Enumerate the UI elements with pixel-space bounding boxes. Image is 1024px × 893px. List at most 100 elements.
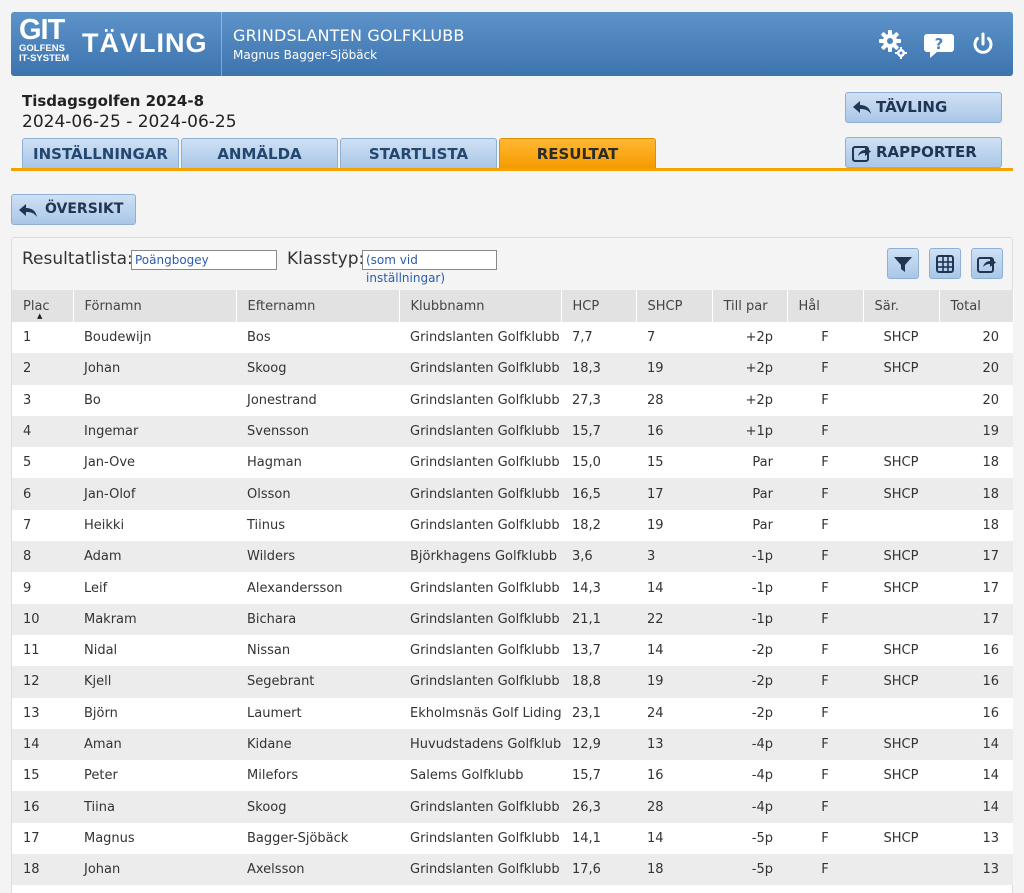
cell-hal: F [787, 509, 863, 542]
cell-efternamn: Kidane [236, 728, 399, 761]
cell-till-par: Par [712, 447, 787, 479]
cell-hcp: 18,8 [561, 666, 636, 698]
cell-fornamn: Johan [73, 854, 236, 886]
tavling-button[interactable]: TÄVLING [845, 92, 1002, 123]
col-header-till-par[interactable]: Till par [712, 290, 788, 322]
cell-plac: 9 [12, 572, 73, 604]
cell-fornamn: Nidal [73, 634, 236, 667]
filter-button[interactable] [887, 248, 919, 279]
svg-text:?: ? [935, 35, 944, 53]
col-header-sar[interactable]: Sär. [863, 290, 940, 322]
power-icon[interactable] [967, 28, 999, 60]
cell-till-par: -2p [712, 634, 787, 667]
cell-efternamn: Skoog [236, 791, 399, 823]
klasstyp-select[interactable]: (som vid inställningar) [362, 250, 497, 285]
table-row[interactable]: 11 Nidal Nissan Grindslanten Golfklubb 13,7 1… [12, 634, 1013, 667]
col-header-fornamn[interactable]: Förnamn [73, 290, 237, 322]
cell-total: 17 [939, 572, 1013, 604]
gear-icon[interactable] [877, 28, 909, 60]
cell-shcp: 13 [636, 728, 712, 761]
tab-resultat[interactable]: RESULTAT [499, 138, 656, 168]
cell-shcp: 16 [636, 760, 712, 792]
table-row[interactable]: 14 Aman Kidane Huvudstadens Golfklubb 12,9 13… [12, 728, 1013, 761]
table-row[interactable]: 4 Ingemar Svensson Grindslanten Golfklubb 15… [12, 415, 1013, 448]
col-header-hal[interactable]: Hål [787, 290, 864, 322]
col-header-klubbnamn[interactable]: Klubbnamn [399, 290, 562, 322]
resultatlista-label: Resultatlista: [22, 249, 133, 269]
cell-total: 16 [939, 666, 1013, 698]
export-button[interactable] [971, 248, 1003, 279]
competition-name: Tisdagsgolfen 2024-8 [22, 92, 205, 110]
cell-efternamn: Axelsson [236, 854, 399, 886]
cell-till-par: -1p [712, 603, 787, 635]
col-header-total[interactable]: Total [939, 290, 1014, 322]
cell-klubbnamn: Grindslanten Golfklubb [399, 415, 561, 448]
oversikt-button[interactable]: ÖVERSIKT [11, 194, 136, 225]
cell-total: 17 [939, 541, 1013, 573]
cell-plac: 18 [12, 854, 73, 886]
columns-button[interactable] [929, 248, 961, 279]
git-logo[interactable]: GIT GOLFENS IT-SYSTEM [19, 16, 81, 72]
table-row[interactable]: 16 Tiina Skoog Grindslanten Golfklubb 26,3 28… [12, 791, 1013, 823]
cell-fornamn: Bo [73, 384, 236, 416]
cell-hal: F [787, 603, 863, 635]
table-row[interactable]: 18 Johan Axelsson Grindslanten Golfklubb 17,… [12, 854, 1013, 886]
klasstyp-label: Klasstyp: [287, 249, 365, 269]
col-header-shcp[interactable]: SHCP [636, 290, 713, 322]
cell-sar: SHCP [863, 353, 939, 385]
table-row[interactable]: 1 Boudewijn Bos Grindslanten Golfklubb 7,7 7 +… [12, 322, 1013, 354]
cell-fornamn: Jan-Ove [73, 447, 236, 479]
cell-shcp: 17 [636, 478, 712, 510]
tab-installningar[interactable]: INSTÄLLNINGAR [22, 138, 179, 168]
cell-hcp: 7,7 [561, 322, 636, 354]
table-row[interactable]: 15 Peter Milefors Salems Golfklubb 15,7 16 -4p… [12, 760, 1013, 792]
cell-klubbnamn: Salems Golfklubb [399, 760, 561, 792]
logo-text: GIT [19, 14, 65, 46]
table-row[interactable]: 2 Johan Skoog Grindslanten Golfklubb 18,3 19 +… [12, 353, 1013, 385]
cell-hal: F [787, 760, 863, 792]
rapporter-button[interactable]: RAPPORTER [845, 137, 1002, 168]
cell-fornamn: Boudewijn [73, 322, 236, 354]
cell-efternamn: Milefors [236, 760, 399, 792]
help-icon[interactable]: ? [923, 28, 955, 60]
cell-fornamn: Makram [73, 603, 236, 635]
table-row[interactable]: 6 Jan-Olof Olsson Grindslanten Golfklubb 16,… [12, 478, 1013, 510]
cell-klubbnamn: Grindslanten Golfklubb [399, 384, 561, 416]
cell-total: 16 [939, 697, 1013, 729]
cell-total: 14 [939, 791, 1013, 823]
cell-efternamn: Segebrant [236, 666, 399, 698]
cell-plac: 16 [12, 791, 73, 823]
cell-plac: 2 [12, 353, 73, 385]
table-row[interactable]: 5 Jan-Ove Hagman Grindslanten Golfklubb 15,0… [12, 447, 1013, 479]
cell-till-par: +1p [712, 415, 787, 448]
cell-efternamn: Alexandersson [236, 572, 399, 604]
cell-fornamn: Magnus [73, 822, 236, 855]
col-header-plac[interactable]: Plac ▲ [12, 290, 74, 322]
share-icon [852, 146, 871, 162]
table-row[interactable]: 9 Leif Alexandersson Grindslanten Golfklubb… [12, 572, 1013, 604]
tab-startlista[interactable]: STARTLISTA [340, 138, 497, 168]
cell-klubbnamn: Ekholmsnäs Golf Lidingö [399, 697, 561, 729]
resultatlista-select[interactable]: Poängbogey [131, 250, 277, 270]
table-row[interactable]: 8 Adam Wilders Björkhagens Golfklubb 3,6 3 -1p… [12, 541, 1013, 573]
table-row[interactable]: 10 Makram Bichara Grindslanten Golfklubb 21,… [12, 603, 1013, 635]
cell-klubbnamn: Huvudstadens Golfklubb [399, 728, 561, 761]
cell-efternamn: Bagger-Sjöbäck [236, 822, 399, 855]
table-row[interactable]: 13 Björn Laumert Ekholmsnäs Golf Lidingö 23,… [12, 697, 1013, 729]
cell-hal: F [787, 854, 863, 886]
table-row[interactable]: 17 Magnus Bagger-Sjöbäck Grindslanten Golfk… [12, 822, 1013, 855]
table-row[interactable]: 3 Bo Jonestrand Grindslanten Golfklubb 27,3 2… [12, 384, 1013, 416]
oversikt-label: ÖVERSIKT [45, 201, 124, 217]
table-row[interactable]: 12 Kjell Segebrant Grindslanten Golfklubb 18… [12, 666, 1013, 698]
table-row[interactable]: 7 Heikki Tiinus Grindslanten Golfklubb 18,2 1… [12, 509, 1013, 542]
cell-shcp: 22 [636, 603, 712, 635]
col-header-hcp[interactable]: HCP [561, 290, 637, 322]
cell-sar [863, 415, 939, 448]
cell-plac: 12 [12, 666, 73, 698]
cell-total: 18 [939, 447, 1013, 479]
tab-anmalda[interactable]: ANMÄLDA [181, 138, 338, 168]
col-header-efternamn[interactable]: Efternamn [236, 290, 400, 322]
cell-till-par: +2p [712, 384, 787, 416]
back-arrow-icon [19, 204, 37, 217]
cell-hcp: 14,3 [561, 572, 636, 604]
